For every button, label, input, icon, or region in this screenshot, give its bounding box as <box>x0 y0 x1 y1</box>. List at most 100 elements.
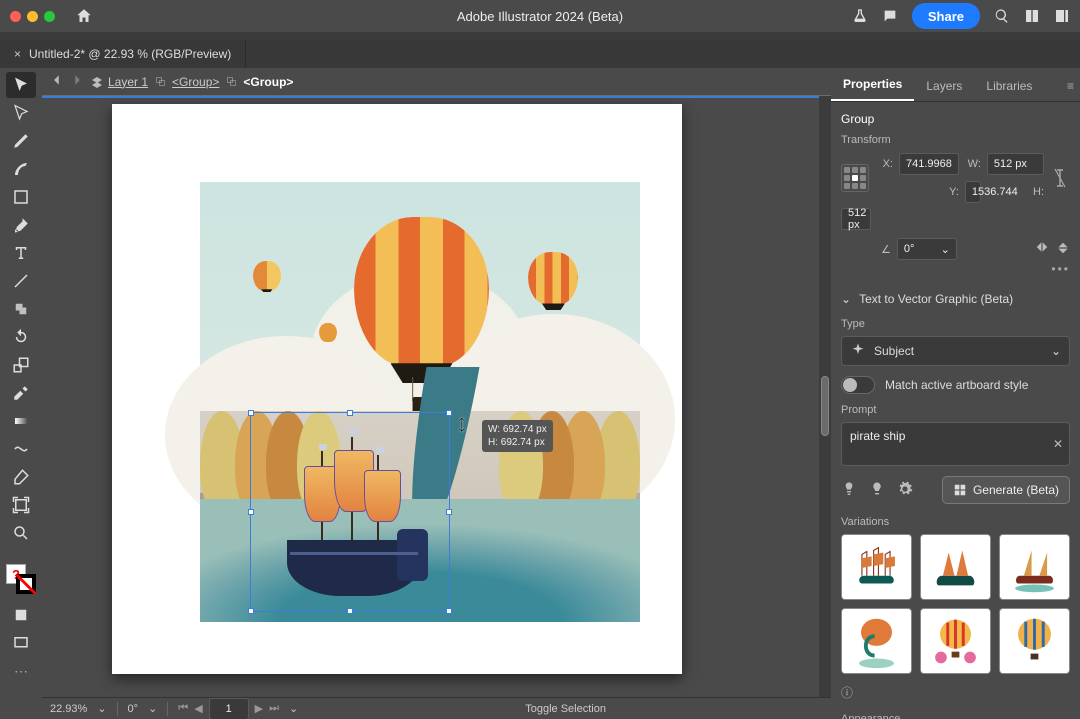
tab-properties[interactable]: Properties <box>831 69 914 101</box>
panel-toggle-icon[interactable] <box>1054 8 1070 24</box>
document-tabs: × Untitled-2* @ 22.93 % (RGB/Preview) <box>0 40 1080 68</box>
line-tool[interactable] <box>6 268 36 294</box>
shape-builder-tool[interactable] <box>6 296 36 322</box>
gradient-tool[interactable] <box>6 408 36 434</box>
screen-mode-icon[interactable] <box>6 630 36 656</box>
constrain-proportions-icon[interactable] <box>1050 167 1070 189</box>
direct-selection-tool[interactable] <box>6 100 36 126</box>
window-close[interactable] <box>10 11 21 22</box>
artboard-pager: ⏮ ◀ 1 ▶ ⏭ <box>178 698 279 719</box>
lightbulb-icon[interactable] <box>869 481 885 500</box>
selection-bounds[interactable] <box>250 412 450 612</box>
type-tool[interactable] <box>6 240 36 266</box>
window-minimize[interactable] <box>27 11 38 22</box>
search-icon[interactable] <box>994 8 1010 24</box>
prompt-input[interactable]: pirate ship ✕ <box>841 422 1070 466</box>
group-icon <box>225 75 239 89</box>
selection-type: Group <box>841 112 1070 126</box>
eraser-tool[interactable] <box>6 464 36 490</box>
gear-icon[interactable] <box>897 481 913 500</box>
y-input[interactable]: 1536.744 <box>965 181 981 203</box>
variation-thumb[interactable] <box>841 608 912 674</box>
breadcrumb-forward-icon[interactable] <box>70 73 84 90</box>
rectangle-tool[interactable] <box>6 184 36 210</box>
canvas[interactable]: ⤡ W: 692.74 px H: 692.74 px <box>42 96 831 697</box>
comment-icon[interactable] <box>882 8 898 24</box>
type-caret-icon: ⌄ <box>1051 344 1061 358</box>
document-tab-title: Untitled-2* @ 22.93 % (RGB/Preview) <box>29 47 231 61</box>
eyedropper-tool[interactable] <box>6 380 36 406</box>
x-input[interactable]: 741.9968 <box>899 153 959 175</box>
document-tab[interactable]: × Untitled-2* @ 22.93 % (RGB/Preview) <box>0 40 246 68</box>
color-mode-icon[interactable] <box>6 602 36 628</box>
toolbar: ? ⋯ <box>0 68 42 719</box>
tab-layers[interactable]: Layers <box>914 71 974 101</box>
reference-point[interactable] <box>841 164 869 192</box>
artboard-tool[interactable] <box>6 492 36 518</box>
h-label: H: <box>987 186 1044 198</box>
beaker-icon[interactable] <box>852 8 868 24</box>
prompt-clear-icon[interactable]: ✕ <box>1053 437 1063 451</box>
properties-panel: Properties Layers Libraries ≡ Group Tran… <box>831 68 1080 719</box>
variation-thumb[interactable] <box>999 534 1070 600</box>
transform-more-icon[interactable]: ••• <box>841 262 1070 276</box>
arrange-icon[interactable] <box>1024 8 1040 24</box>
variation-thumb[interactable] <box>841 534 912 600</box>
panel-menu-icon[interactable]: ≡ <box>1061 71 1080 101</box>
variation-thumb[interactable] <box>999 608 1070 674</box>
rotate-tool[interactable] <box>6 324 36 350</box>
fill-stroke-swatch[interactable]: ? <box>6 564 36 594</box>
breadcrumb-back-icon[interactable] <box>50 73 64 90</box>
breadcrumb-group-1[interactable]: <Group> <box>154 75 219 89</box>
last-page-icon[interactable]: ⏭ <box>269 702 279 715</box>
canvas-area: Layer 1 <Group> <Group> <box>42 68 831 719</box>
artboard-nav-caret-icon[interactable]: ⌄ <box>289 702 298 715</box>
group-icon <box>154 75 168 89</box>
zoom-level[interactable]: 22.93% <box>50 703 87 715</box>
edit-toolbar-icon[interactable]: ⋯ <box>6 658 36 684</box>
w-input[interactable]: 512 px <box>987 153 1044 175</box>
style-picker-icon[interactable] <box>841 481 857 500</box>
x-label: X: <box>877 158 893 170</box>
first-page-icon[interactable]: ⏮ <box>178 702 188 715</box>
prev-page-icon[interactable]: ◀ <box>194 702 202 715</box>
selection-tool[interactable] <box>6 72 36 98</box>
home-icon[interactable] <box>75 7 93 25</box>
angle-input[interactable]: 0°⌄ <box>897 238 957 260</box>
rotate-view[interactable]: 0° <box>128 703 139 715</box>
page-number[interactable]: 1 <box>209 698 249 719</box>
window-controls <box>0 11 65 22</box>
share-button[interactable]: Share <box>912 3 980 29</box>
type-select[interactable]: Subject ⌄ <box>841 336 1070 366</box>
paintbrush-tool[interactable] <box>6 212 36 238</box>
curvature-tool[interactable] <box>6 156 36 182</box>
flip-horizontal-icon[interactable] <box>1034 240 1050 259</box>
flip-vertical-icon[interactable] <box>1056 240 1070 259</box>
generate-button[interactable]: Generate (Beta) <box>942 476 1070 504</box>
variations-grid <box>841 534 1070 674</box>
breadcrumb-group-2[interactable]: <Group> <box>225 75 293 89</box>
tab-libraries[interactable]: Libraries <box>974 71 1044 101</box>
info-icon[interactable]: ⓘ <box>841 684 1070 701</box>
h-input[interactable]: 512 px <box>841 208 871 230</box>
zoom-tool[interactable] <box>6 520 36 546</box>
generate-label: Generate (Beta) <box>973 483 1059 497</box>
prompt-label: Prompt <box>841 404 1070 416</box>
text-to-vector-heading[interactable]: ⌄ Text to Vector Graphic (Beta) <box>841 286 1070 312</box>
variation-thumb[interactable] <box>920 608 991 674</box>
match-style-toggle[interactable] <box>841 376 875 394</box>
match-style-row: Match active artboard style <box>841 376 1070 394</box>
type-label: Type <box>841 318 1070 330</box>
variation-thumb[interactable] <box>920 534 991 600</box>
close-tab-icon[interactable]: × <box>14 47 21 61</box>
window-zoom[interactable] <box>44 11 55 22</box>
pen-tool[interactable] <box>6 128 36 154</box>
next-page-icon[interactable]: ▶ <box>255 702 263 715</box>
zoom-caret-icon[interactable]: ⌄ <box>97 702 106 715</box>
scale-tool[interactable] <box>6 352 36 378</box>
scrollbar-thumb[interactable] <box>821 376 829 436</box>
rotate-caret-icon[interactable]: ⌄ <box>148 702 157 715</box>
scrollbar-vertical[interactable] <box>819 96 831 697</box>
width-tool[interactable] <box>6 436 36 462</box>
breadcrumb-layer[interactable]: Layer 1 <box>90 75 148 89</box>
